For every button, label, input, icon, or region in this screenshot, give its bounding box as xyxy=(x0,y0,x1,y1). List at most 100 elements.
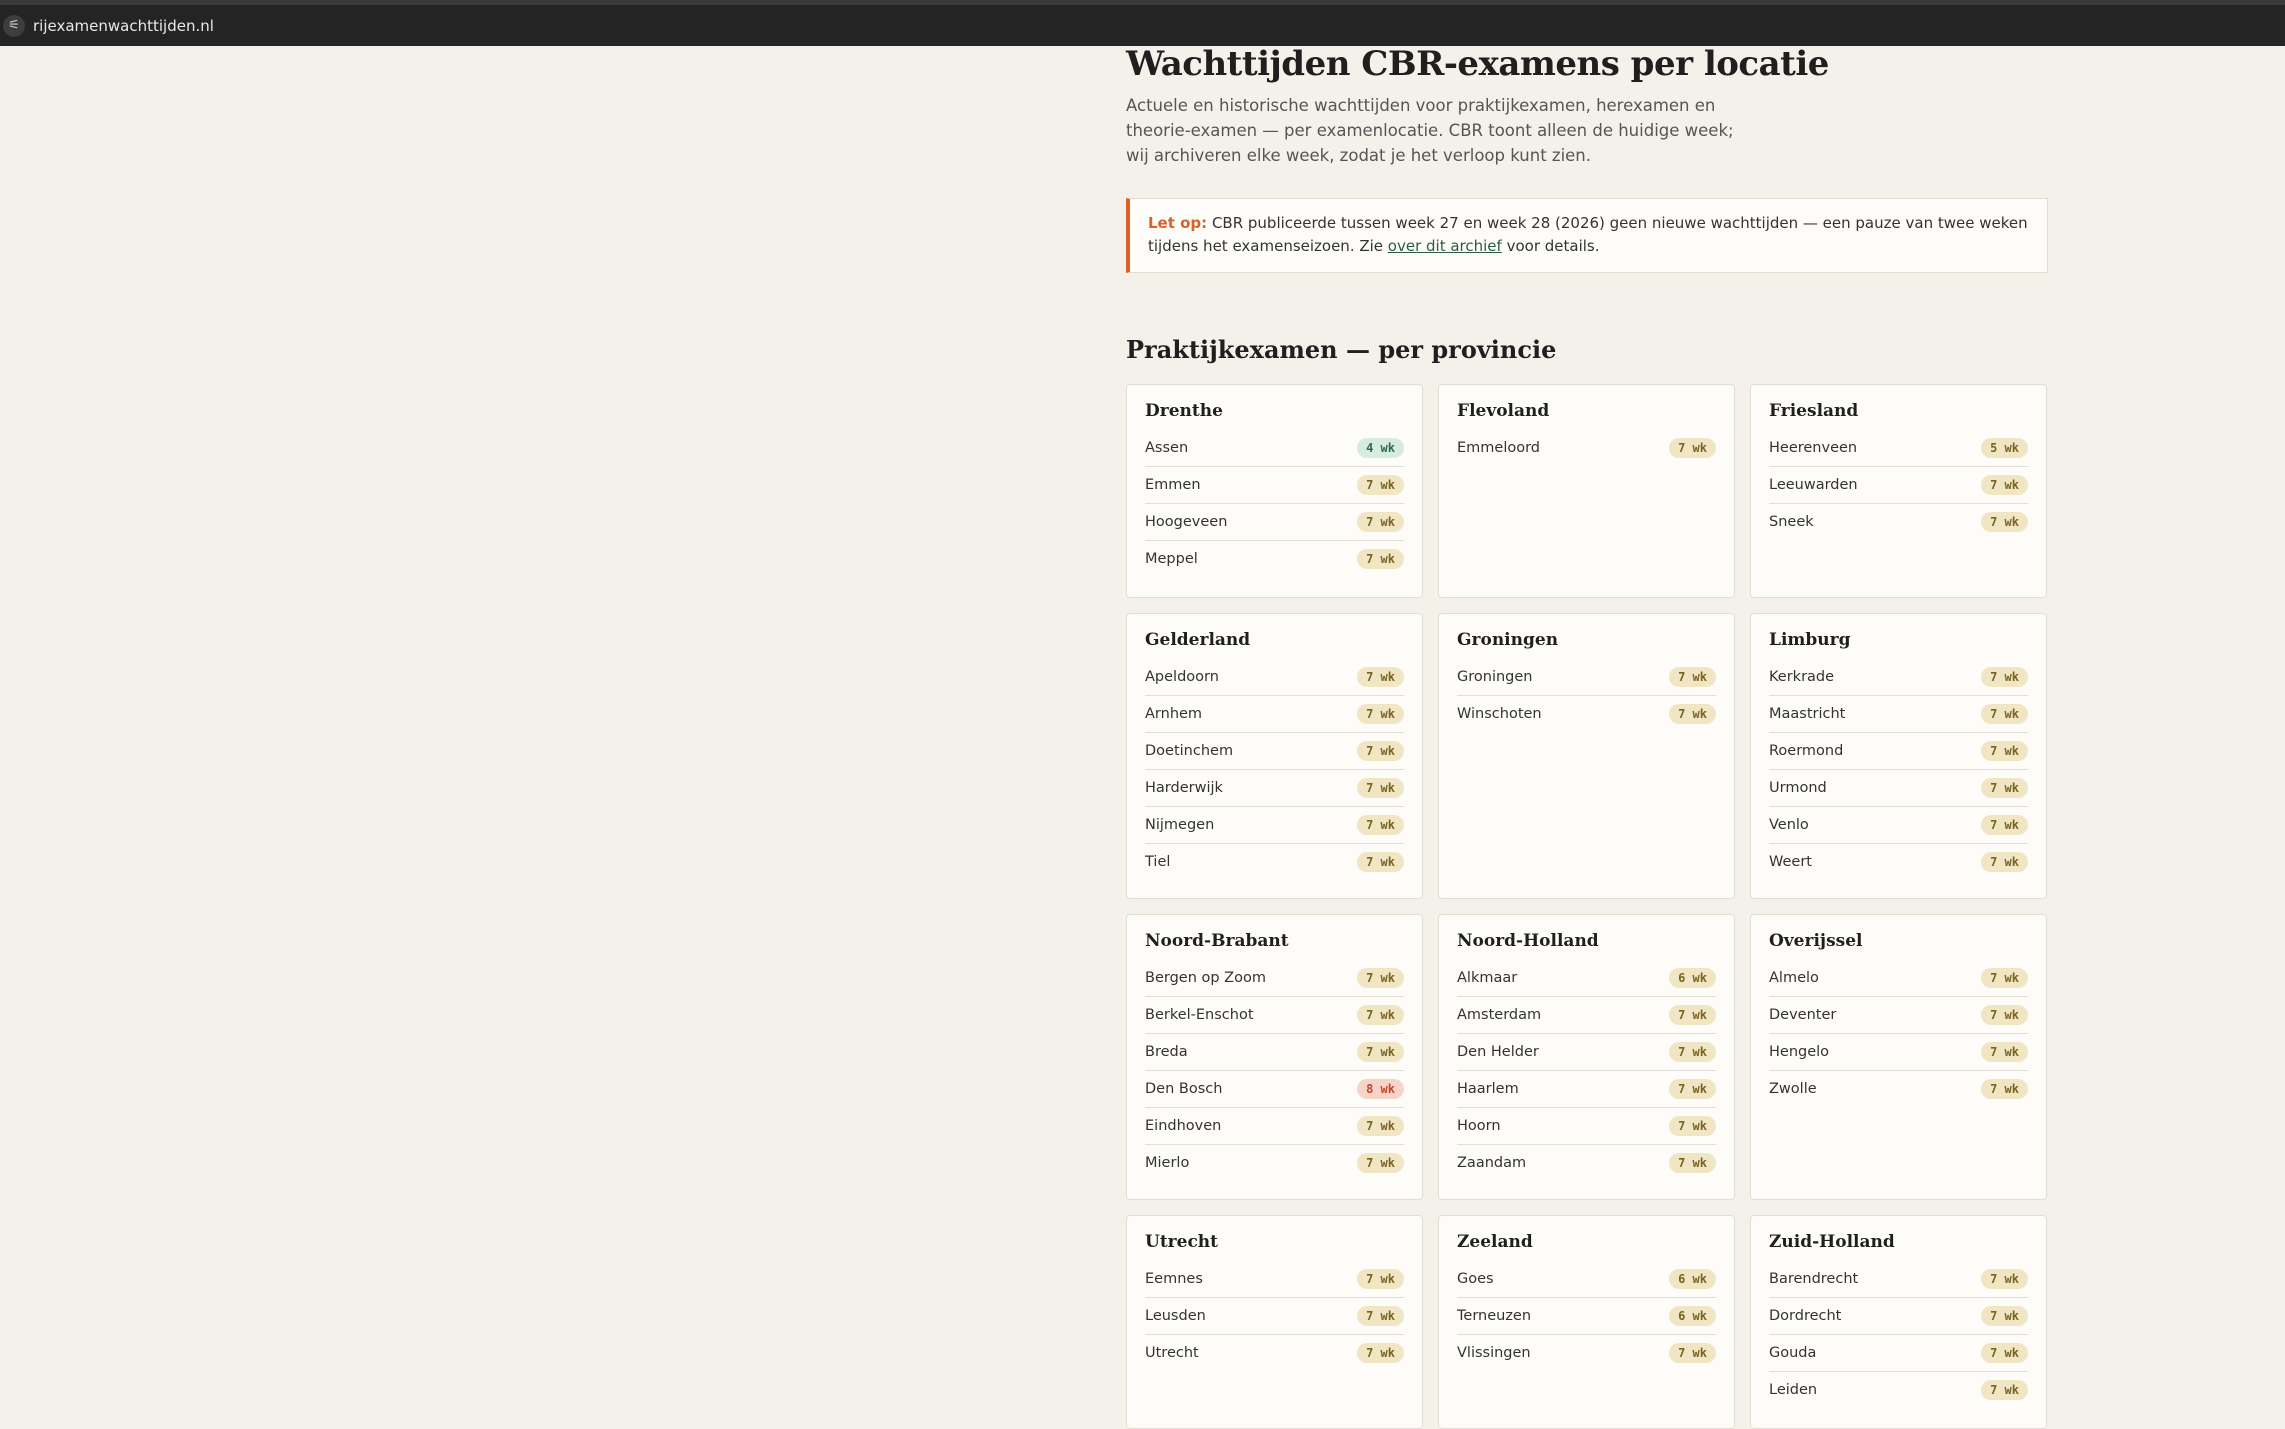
location-name: Amsterdam xyxy=(1457,1007,1542,1024)
location-row[interactable]: Alkmaar 6 wk xyxy=(1457,960,1716,998)
location-name: Vlissingen xyxy=(1457,1345,1531,1362)
location-row[interactable]: Heerenveen 5 wk xyxy=(1769,430,2028,468)
location-name: Breda xyxy=(1145,1044,1188,1061)
wait-time-badge: 7 wk xyxy=(1981,852,2028,873)
province-name: Limburg xyxy=(1769,630,1851,651)
location-row[interactable]: Emmen 7 wk xyxy=(1145,467,1404,505)
wait-time-badge: 7 wk xyxy=(1357,778,1404,799)
location-name: Apeldoorn xyxy=(1145,669,1219,686)
location-row[interactable]: Roermond 7 wk xyxy=(1769,733,2028,771)
location-row[interactable]: Hoogeveen 7 wk xyxy=(1145,504,1404,542)
tune-icon[interactable]: ⚟ xyxy=(3,14,25,37)
wait-time-badge: 7 wk xyxy=(1357,549,1404,570)
location-row[interactable]: Urmond 7 wk xyxy=(1769,770,2028,808)
location-name: Bergen op Zoom xyxy=(1145,970,1266,987)
location-row[interactable]: Bergen op Zoom 7 wk xyxy=(1145,960,1404,998)
wait-time-badge: 7 wk xyxy=(1357,815,1404,836)
location-row[interactable]: Groningen 7 wk xyxy=(1457,659,1716,697)
wait-time-badge: 5 wk xyxy=(1981,438,2028,459)
location-row[interactable]: Eindhoven 7 wk xyxy=(1145,1108,1404,1146)
location-row[interactable]: Leeuwarden 7 wk xyxy=(1769,467,2028,505)
location-row[interactable]: Zaandam 7 wk xyxy=(1457,1145,1716,1181)
location-row[interactable]: Den Bosch 8 wk xyxy=(1145,1071,1404,1109)
wait-time-badge: 7 wk xyxy=(1981,704,2028,725)
wait-time-badge: 7 wk xyxy=(1357,475,1404,496)
location-row[interactable]: Zwolle 7 wk xyxy=(1769,1071,2028,1107)
location-row[interactable]: Leusden 7 wk xyxy=(1145,1298,1404,1336)
wait-time-badge: 7 wk xyxy=(1669,1343,1716,1364)
wait-time-badge: 7 wk xyxy=(1981,1343,2028,1364)
location-row[interactable]: Gouda 7 wk xyxy=(1769,1335,2028,1373)
location-row[interactable]: Winschoten 7 wk xyxy=(1457,696,1716,732)
location-name: Leiden xyxy=(1769,1382,1818,1399)
location-row[interactable]: Barendrecht 7 wk xyxy=(1769,1261,2028,1299)
location-row[interactable]: Venlo 7 wk xyxy=(1769,807,2028,845)
wait-time-badge: 7 wk xyxy=(1981,741,2028,762)
location-row[interactable]: Goes 6 wk xyxy=(1457,1261,1716,1299)
location-row[interactable]: Leiden 7 wk xyxy=(1769,1372,2028,1408)
location-row[interactable]: Assen 4 wk xyxy=(1145,430,1404,468)
page-lead: Actuele en historische wachttijden voor … xyxy=(1126,96,1734,166)
wait-time-badge: 7 wk xyxy=(1357,1116,1404,1137)
archive-info-link[interactable]: over dit archief xyxy=(1388,237,1502,255)
location-row[interactable]: Amsterdam 7 wk xyxy=(1457,997,1716,1035)
location-name: Alkmaar xyxy=(1457,970,1518,987)
location-row[interactable]: Mierlo 7 wk xyxy=(1145,1145,1404,1181)
location-row[interactable]: Nijmegen 7 wk xyxy=(1145,807,1404,845)
wait-time-badge: 7 wk xyxy=(1981,968,2028,989)
location-row[interactable]: Emmeloord 7 wk xyxy=(1457,430,1716,466)
province-name: Overijssel xyxy=(1769,931,1863,952)
location-name: Utrecht xyxy=(1145,1345,1199,1362)
location-row[interactable]: Utrecht 7 wk xyxy=(1145,1335,1404,1371)
location-row[interactable]: Eemnes 7 wk xyxy=(1145,1261,1404,1299)
main-content: Wachttijden CBR-examens per locatie Actu… xyxy=(1126,45,2048,1429)
location-row[interactable]: Kerkrade 7 wk xyxy=(1769,659,2028,697)
province-name: Noord-Brabant xyxy=(1145,931,1289,952)
location-row[interactable]: Weert 7 wk xyxy=(1769,844,2028,880)
location-name: Meppel xyxy=(1145,551,1198,568)
location-row[interactable]: Meppel 7 wk xyxy=(1145,541,1404,577)
province-grid: Drenthe Assen 4 wk Emmen 7 wk Hoogeveen 7 wk Me… xyxy=(1126,384,2047,1429)
location-row[interactable]: Terneuzen 6 wk xyxy=(1457,1298,1716,1336)
wait-time-badge: 7 wk xyxy=(1981,1042,2028,1063)
location-row[interactable]: Deventer 7 wk xyxy=(1769,997,2028,1035)
location-name: Zwolle xyxy=(1769,1081,1817,1098)
wait-time-badge: 7 wk xyxy=(1669,1042,1716,1063)
location-row[interactable]: Hoorn 7 wk xyxy=(1457,1108,1716,1146)
wait-time-badge: 7 wk xyxy=(1357,741,1404,762)
location-row[interactable]: Breda 7 wk xyxy=(1145,1034,1404,1072)
url-text[interactable]: rijexamenwachttijden.nl xyxy=(33,17,214,35)
wait-time-badge: 7 wk xyxy=(1357,1153,1404,1174)
location-row[interactable]: Tiel 7 wk xyxy=(1145,844,1404,880)
location-name: Deventer xyxy=(1769,1007,1837,1024)
location-name: Urmond xyxy=(1769,780,1827,797)
location-row[interactable]: Berkel-Enschot 7 wk xyxy=(1145,997,1404,1035)
wait-time-badge: 7 wk xyxy=(1357,1042,1404,1063)
location-row[interactable]: Maastricht 7 wk xyxy=(1769,696,2028,734)
wait-time-badge: 7 wk xyxy=(1357,512,1404,533)
location-row[interactable]: Den Helder 7 wk xyxy=(1457,1034,1716,1072)
province-name: Zuid-Holland xyxy=(1769,1232,1895,1253)
province-name: Friesland xyxy=(1769,401,1859,422)
location-row[interactable]: Arnhem 7 wk xyxy=(1145,696,1404,734)
location-row[interactable]: Apeldoorn 7 wk xyxy=(1145,659,1404,697)
location-row[interactable]: Dordrecht 7 wk xyxy=(1769,1298,2028,1336)
location-name: Arnhem xyxy=(1145,706,1203,723)
location-row[interactable]: Harderwijk 7 wk xyxy=(1145,770,1404,808)
location-row[interactable]: Doetinchem 7 wk xyxy=(1145,733,1404,771)
location-row[interactable]: Vlissingen 7 wk xyxy=(1457,1335,1716,1371)
location-row[interactable]: Hengelo 7 wk xyxy=(1769,1034,2028,1072)
province-card: Utrecht Eemnes 7 wk Leusden 7 wk Utrecht 7 wk xyxy=(1126,1215,1423,1429)
wait-time-badge: 7 wk xyxy=(1981,815,2028,836)
province-name: Noord-Holland xyxy=(1457,931,1599,952)
notice-banner: Let op: CBR publiceerde tussen week 27 e… xyxy=(1126,198,2048,274)
location-name: Den Bosch xyxy=(1145,1081,1223,1098)
wait-time-badge: 7 wk xyxy=(1357,1269,1404,1290)
wait-time-badge: 7 wk xyxy=(1357,1343,1404,1364)
location-row[interactable]: Almelo 7 wk xyxy=(1769,960,2028,998)
location-row[interactable]: Haarlem 7 wk xyxy=(1457,1071,1716,1109)
wait-time-badge: 6 wk xyxy=(1669,1269,1716,1290)
section-title: Praktijkexamen — per provincie xyxy=(1126,335,1557,365)
location-name: Mierlo xyxy=(1145,1155,1190,1172)
location-row[interactable]: Sneek 7 wk xyxy=(1769,504,2028,540)
